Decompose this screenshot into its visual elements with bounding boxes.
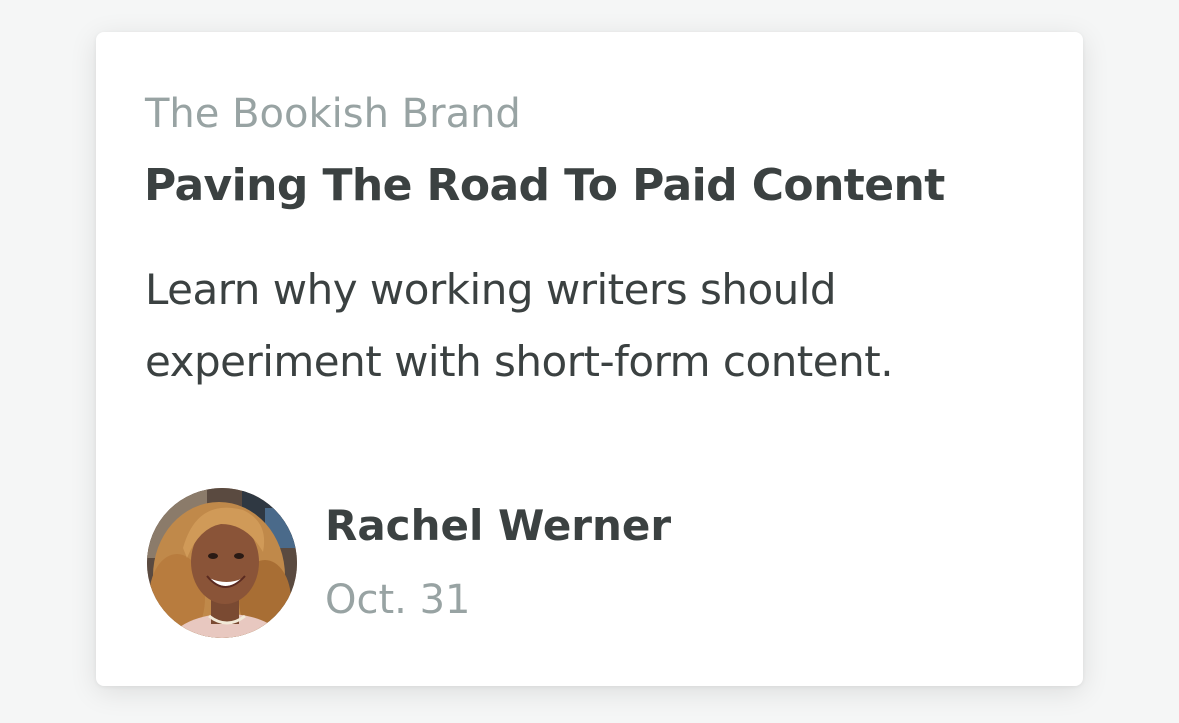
author-photo-icon — [147, 488, 297, 638]
post-subtitle: Learn why working writers should experim… — [145, 265, 894, 386]
post-title[interactable]: Paving The Road To Paid Content — [144, 158, 945, 214]
author-name[interactable]: Rachel Werner — [325, 498, 671, 554]
author-avatar[interactable] — [147, 488, 297, 638]
post-card[interactable]: The Bookish Brand Paving The Road To Pai… — [96, 32, 1083, 686]
post-date: Oct. 31 — [325, 577, 471, 623]
publication-name[interactable]: The Bookish Brand — [145, 90, 521, 138]
